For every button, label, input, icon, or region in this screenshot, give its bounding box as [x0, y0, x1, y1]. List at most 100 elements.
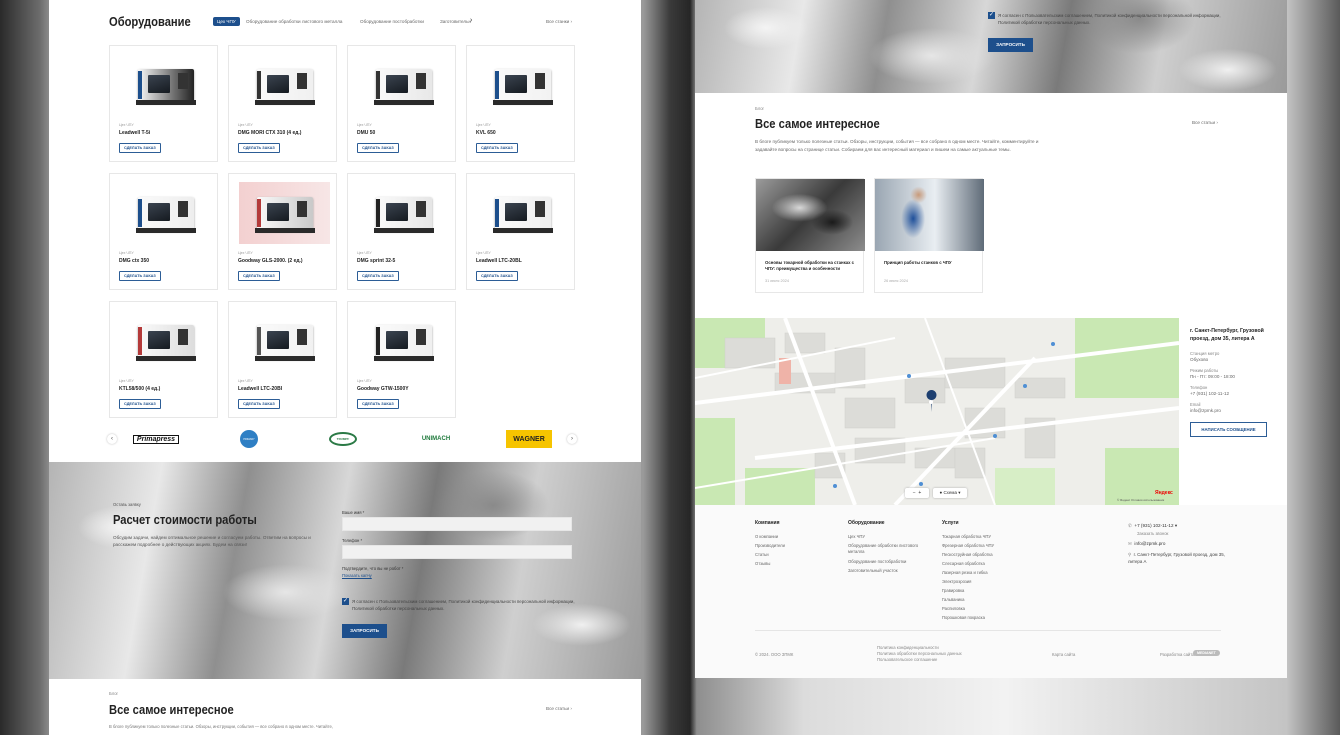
tab-sheet-metal[interactable]: Оборудование обработки листового металла [246, 19, 342, 24]
hours-label: Режим работы [1190, 368, 1219, 373]
footer-link[interactable]: Гальваника [942, 597, 994, 602]
equipment-card[interactable]: Цех ЧПУ Goodway GTW-1500Y сделать заказ [347, 301, 456, 418]
hours-value: Пн - Пт: 09:00 - 18:00 [1190, 374, 1235, 379]
blog-card[interactable]: Принцип работы станков с ЧПУ 26 июля 202… [874, 178, 984, 293]
mail-icon: ✉ [1128, 541, 1132, 546]
equipment-card[interactable]: Цех ЧПУ Leadwell LTC-20BI сделать заказ [228, 301, 337, 418]
order-button[interactable]: сделать заказ [119, 143, 161, 153]
footer-link[interactable]: Отзывы [755, 561, 785, 566]
submit-button[interactable]: Запросить [988, 38, 1033, 52]
brand-logo-unimach: UNIMACH [421, 436, 451, 442]
sitemap-link[interactable]: Карта сайта [1052, 652, 1075, 657]
machine-photo [477, 54, 568, 116]
blog-card[interactable]: Основы токарной обработки на станках с Ч… [755, 178, 865, 293]
map-terms[interactable]: © Яндекс Условия использования [1117, 498, 1164, 502]
equipment-card[interactable]: Цех ЧПУ DMG MORI CTX 310 (4 ед.) сделать з… [228, 45, 337, 162]
order-button[interactable]: сделать заказ [119, 399, 161, 409]
footer-link[interactable]: О компании [755, 534, 785, 539]
phone-label: Телефон [1190, 385, 1208, 390]
zoom-out[interactable]: − [913, 490, 916, 496]
policy-link[interactable]: Политика обработки персональных данных [877, 651, 962, 656]
yandex-map[interactable]: − + ● Схема ▾ Яндекс © Яндекс Условия ис… [695, 318, 1179, 505]
machine-photo [120, 54, 211, 116]
footer-link[interactable]: Слесарная обработка [942, 561, 994, 566]
tab-blanking[interactable]: Заготовительн [440, 19, 471, 24]
footer-link[interactable]: Статьи [755, 552, 785, 557]
phone-input[interactable] [342, 545, 572, 559]
show-captcha-link[interactable]: Показать капчу [342, 573, 372, 578]
robot-label: Подтвердите, что вы не робот * [342, 566, 404, 571]
callback-link[interactable]: Заказать звонок [1137, 531, 1168, 536]
order-button[interactable]: сделать заказ [238, 399, 280, 409]
footer-link[interactable]: Электроэрозия [942, 579, 994, 584]
consent-text: Я согласен с Пользовательским соглашение… [352, 599, 575, 611]
order-button[interactable]: сделать заказ [238, 271, 280, 281]
tab-cnc[interactable]: Цех ЧПУ [213, 17, 240, 26]
order-button[interactable]: сделать заказ [476, 143, 518, 153]
footer-link[interactable]: Порошковая покраска [942, 615, 994, 620]
right-page-screenshot: ✓ Я согласен с Пользовательским соглашен… [695, 0, 1287, 678]
order-button[interactable]: сделать заказ [357, 399, 399, 409]
machine-name: Goodway GTW-1500Y [357, 386, 409, 392]
footer-link[interactable]: Распиловка [942, 606, 994, 611]
tabs-next-icon[interactable]: › [470, 17, 472, 24]
footer-link[interactable]: Лазерная резка и гибка [942, 570, 994, 575]
order-button[interactable]: сделать заказ [357, 143, 399, 153]
footer-col-services: Услуги Токарная обработка ЧПУ Фрезерная … [942, 520, 994, 624]
order-button[interactable]: сделать заказ [357, 271, 399, 281]
post-image-operator [875, 179, 984, 251]
footer-email[interactable]: ✉ info@zpmk.pro [1128, 541, 1165, 547]
all-machines-link[interactable]: Все станки › [546, 19, 572, 24]
footer-link[interactable]: Оборудование постобработки [848, 559, 928, 564]
equipment-card[interactable]: Цех ЧПУ DMG sprint 32-5 сделать заказ [347, 173, 456, 290]
brand-logo-trumpf: TRUMPF [328, 430, 358, 448]
equipment-card[interactable]: Цех ЧПУ KVL 650 сделать заказ [466, 45, 575, 162]
footer-phone[interactable]: ✆ +7 (931) 102-11-12 ▾ [1128, 523, 1177, 529]
footer-link[interactable]: Токарная обработка ЧПУ [942, 534, 994, 539]
order-button[interactable]: сделать заказ [238, 143, 280, 153]
pin-icon: ⚲ [1128, 552, 1132, 557]
equipment-card[interactable]: Цех ЧПУ KTL58/500 (4 ед.) сделать заказ [109, 301, 218, 418]
equipment-card[interactable]: Цех ЧПУ DMU 50 сделать заказ [347, 45, 456, 162]
footer-link[interactable]: Оборудование обработки листового металла [848, 543, 928, 555]
footer-heading: Услуги [942, 520, 959, 526]
map-layer-switch[interactable]: ● Схема ▾ [933, 488, 967, 498]
post-image-lathe [756, 179, 865, 251]
blog-text: В блоге публикуем только полезные статьи… [755, 139, 1039, 152]
developer-logo[interactable]: MEDIANET [1193, 650, 1220, 656]
footer-link[interactable]: Производители [755, 543, 785, 548]
email-value[interactable]: info@zpmk.pro [1190, 408, 1221, 413]
equipment-title: Оборудование [109, 14, 191, 29]
consent-checkbox[interactable]: ✓ [342, 598, 349, 605]
footer-link[interactable]: Фрезерная обработка ЧПУ [942, 543, 994, 548]
brands-prev-icon[interactable]: ‹ [107, 434, 117, 444]
footer-link[interactable]: Гравировка [942, 588, 994, 593]
consent-checkbox[interactable]: ✓ [988, 12, 995, 19]
equipment-card[interactable]: Цех ЧПУ Goodway GLS-2000. (2 ед.) сделать … [228, 173, 337, 290]
zoom-in[interactable]: + [918, 490, 921, 496]
footer-link[interactable]: Цех ЧПУ [848, 534, 928, 539]
metro-label: Станция метро [1190, 351, 1220, 356]
footer-link[interactable]: Пескоструйная обработка [942, 552, 994, 557]
brands-next-icon[interactable]: › [567, 434, 577, 444]
policy-link[interactable]: Политика конфиденциальности [877, 645, 939, 650]
policy-link[interactable]: Пользовательское соглашение [877, 657, 937, 662]
all-articles-link[interactable]: Все статьи › [1192, 120, 1218, 125]
email-label: Email [1190, 402, 1201, 407]
order-button[interactable]: сделать заказ [119, 271, 161, 281]
order-button[interactable]: сделать заказ [476, 271, 518, 281]
equipment-card[interactable]: Цех ЧПУ Leadwell T-5i сделать заказ [109, 45, 218, 162]
footer-link[interactable]: Заготовительный участок [848, 568, 928, 573]
calc-text: Обсудим задачи, найдем оптимальное решен… [113, 535, 311, 547]
phone-value[interactable]: +7 (931) 102-11-12 [1190, 391, 1229, 396]
write-message-button[interactable]: Написать сообщение [1190, 422, 1267, 437]
all-articles-link[interactable]: Все статьи › [546, 706, 572, 711]
tab-postprocessing[interactable]: Оборудование постобработки [360, 19, 424, 24]
submit-button[interactable]: Запросить [342, 624, 387, 638]
map-zoom-controls[interactable]: − + [905, 488, 929, 498]
equipment-card[interactable]: Цех ЧПУ Leadwell LTC-20BL сделать заказ [466, 173, 575, 290]
post-title: Основы токарной обработки на станках с Ч… [765, 260, 855, 271]
equipment-card[interactable]: Цех ЧПУ DMG ctx 350 сделать заказ [109, 173, 218, 290]
name-input[interactable] [342, 517, 572, 531]
footer-heading: Оборудование [848, 520, 885, 526]
